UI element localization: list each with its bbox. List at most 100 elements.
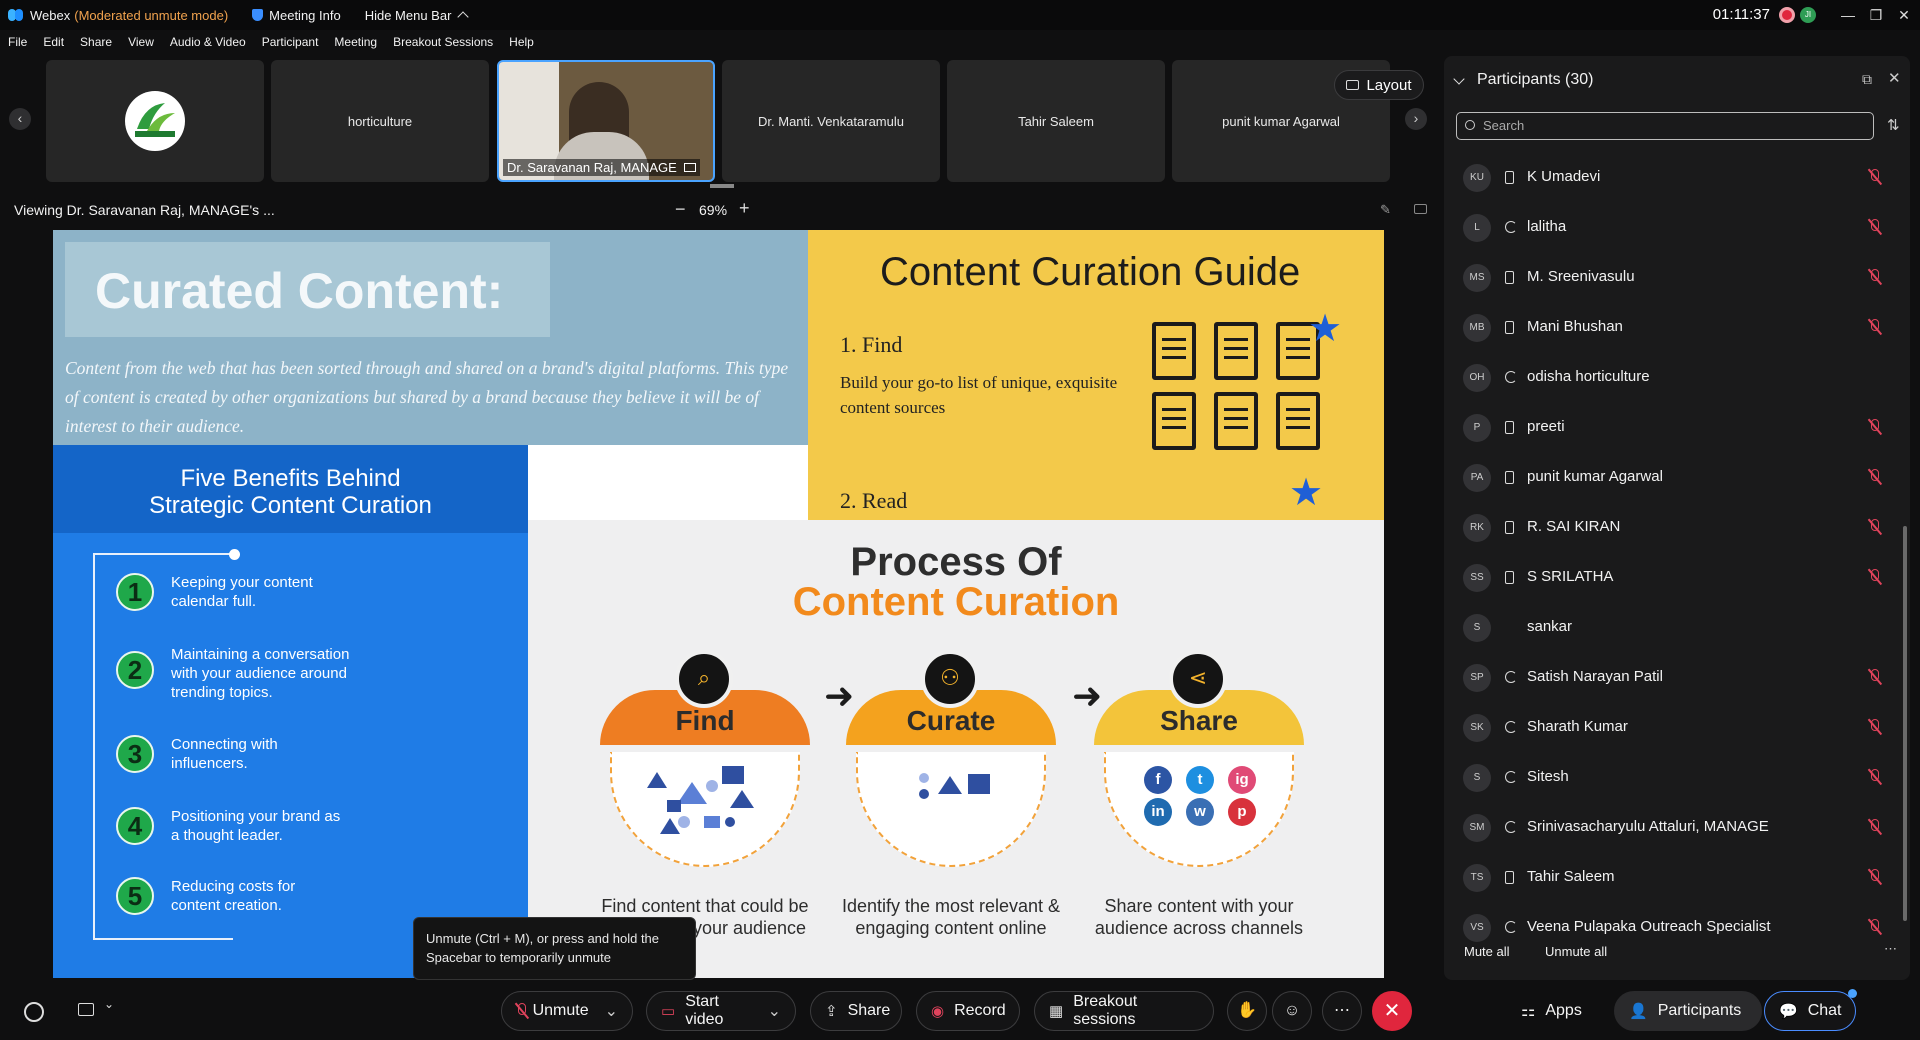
unmute-tooltip: Unmute (Ctrl + M), or press and hold the… [413, 917, 696, 980]
avatar: S [1463, 614, 1491, 642]
emoji-icon: ☺ [1283, 1002, 1301, 1019]
participant-name: preeti [1527, 418, 1565, 435]
mic-muted-icon[interactable] [1869, 419, 1879, 435]
mic-muted-icon[interactable] [1869, 219, 1879, 235]
mic-muted-icon[interactable] [1869, 569, 1879, 585]
participant-row[interactable]: KU K Umadevi [1444, 156, 1896, 206]
share-button[interactable]: ⇪ Share [810, 991, 902, 1031]
panel-scrollbar[interactable] [1903, 526, 1907, 921]
assistant-icon[interactable] [24, 1002, 44, 1022]
leave-meeting-button[interactable]: ✕ [1372, 991, 1412, 1031]
participant-row[interactable]: PA punit kumar Agarwal [1444, 456, 1896, 506]
menu-share[interactable]: Share [80, 31, 112, 53]
video-tile-tahir[interactable]: Tahir Saleem [947, 60, 1165, 182]
menu-help[interactable]: Help [509, 31, 534, 53]
participant-row[interactable]: Llalitha [1444, 206, 1896, 256]
mic-muted-icon[interactable] [1869, 919, 1879, 935]
document-icon [1214, 392, 1258, 450]
zoom-out-button[interactable]: − [675, 199, 686, 220]
menu-participant[interactable]: Participant [262, 31, 319, 53]
participant-name: Mani Bhushan [1527, 318, 1623, 335]
meeting-info-button[interactable]: Meeting Info [252, 8, 341, 23]
menu-meeting[interactable]: Meeting [334, 31, 377, 53]
unmute-button[interactable]: Unmute ⌄ [501, 991, 633, 1031]
participant-row[interactable]: SM Srinivasacharyulu Attaluri, MANAGE [1444, 806, 1896, 856]
participant-row[interactable]: VS Veena Pulapaka Outreach Specialist [1444, 906, 1896, 956]
mic-muted-icon[interactable] [1869, 719, 1879, 735]
close-window-button[interactable]: ✕ [1890, 3, 1918, 27]
mic-muted-icon[interactable] [1869, 519, 1879, 535]
shared-content: Curated Content: Content from the web th… [53, 230, 1384, 978]
video-tile-manage[interactable] [46, 60, 264, 182]
slide-description: Content from the web that has been sorte… [65, 358, 789, 436]
slide-guide-panel: Content Curation Guide 1. Find Build you… [808, 230, 1384, 520]
menu-edit[interactable]: Edit [43, 31, 64, 53]
popout-panel-icon[interactable]: ⧉ [1862, 71, 1872, 88]
collapse-panel-icon[interactable] [1453, 73, 1465, 85]
video-tile-venkataramulu[interactable]: Dr. Manti. Venkataramulu [722, 60, 940, 182]
reactions-button[interactable]: ☺ [1272, 991, 1312, 1031]
participant-row[interactable]: SK Sharath Kumar [1444, 706, 1896, 756]
menu-file[interactable]: File [8, 31, 27, 53]
benefits-header-line1: Five Benefits Behind [180, 465, 401, 492]
mic-muted-icon[interactable] [1869, 669, 1879, 685]
unmute-all-button[interactable]: Unmute all [1545, 944, 1607, 959]
menu-view[interactable]: View [128, 31, 154, 53]
user-avatar[interactable]: JI [1800, 7, 1816, 23]
participant-row[interactable]: OH odisha horticulture [1444, 356, 1896, 406]
more-options-icon[interactable]: ⋯ [1884, 941, 1897, 957]
sort-icon[interactable]: ⇅ [1887, 116, 1900, 134]
mic-muted-icon[interactable] [1869, 319, 1879, 335]
mute-all-button[interactable]: Mute all [1464, 944, 1510, 959]
participant-row[interactable]: SS S SRILATHA [1444, 556, 1896, 606]
mic-muted-icon[interactable] [1869, 769, 1879, 785]
participants-button[interactable]: 👤 Participants [1614, 991, 1762, 1031]
raise-hand-button[interactable]: ✋ [1227, 991, 1267, 1031]
chevron-down-icon[interactable]: ⌄ [768, 1001, 781, 1021]
annotate-icon[interactable]: ✎ [1380, 202, 1391, 218]
participant-row[interactable]: SP Satish Narayan Patil [1444, 656, 1896, 706]
start-video-button[interactable]: ▭ Start video ⌄ [646, 991, 796, 1031]
participant-row[interactable]: TS Tahir Saleem [1444, 856, 1896, 906]
chevron-down-icon[interactable]: ⌄ [605, 1001, 618, 1021]
tile-label: Dr. Saravanan Raj, MANAGE [507, 160, 677, 175]
record-button[interactable]: ◉ Record [916, 991, 1020, 1031]
captions-icon[interactable] [78, 1003, 94, 1016]
search-icon [1465, 120, 1475, 130]
minimize-button[interactable]: — [1834, 3, 1862, 27]
mic-muted-icon[interactable] [1869, 269, 1879, 285]
breakout-sessions-button[interactable]: ▦ Breakout sessions [1034, 991, 1214, 1031]
participant-row[interactable]: MB Mani Bhushan [1444, 306, 1896, 356]
curated-shapes-icon [919, 773, 990, 799]
mic-muted-icon[interactable] [1869, 819, 1879, 835]
mic-muted-icon[interactable] [1869, 469, 1879, 485]
popout-share-icon[interactable] [1414, 204, 1427, 214]
chat-button[interactable]: 💬 Chat [1764, 989, 1857, 1031]
process-subtitle: Content Curation [792, 580, 1120, 624]
zoom-in-button[interactable]: + [739, 198, 750, 219]
participant-row[interactable]: MS M. Sreenivasulu [1444, 256, 1896, 306]
strip-prev-button[interactable]: ‹ [9, 108, 31, 130]
mic-muted-icon[interactable] [1869, 169, 1879, 185]
resize-grip[interactable] [710, 184, 734, 188]
layout-button[interactable]: Layout [1334, 70, 1424, 100]
participant-row[interactable]: Ppreeti [1444, 406, 1896, 456]
video-tile-active-speaker[interactable]: Dr. Saravanan Raj, MANAGE [497, 60, 715, 182]
record-label: Record [954, 1002, 1006, 1019]
participant-row[interactable]: S Sitesh [1444, 756, 1896, 806]
mic-muted-icon[interactable] [1869, 869, 1879, 885]
close-panel-icon[interactable]: ✕ [1888, 69, 1901, 87]
captions-dropdown-icon[interactable]: ⌄ [104, 997, 114, 1011]
participant-search-input[interactable]: Search [1456, 112, 1874, 140]
hide-menu-bar-button[interactable]: Hide Menu Bar [365, 8, 470, 23]
restore-button[interactable]: ❐ [1862, 3, 1890, 27]
menu-breakout[interactable]: Breakout Sessions [393, 31, 493, 53]
video-tile-horticulture[interactable]: horticulture [271, 60, 489, 182]
strip-next-button[interactable]: › [1405, 108, 1427, 130]
participant-row[interactable]: RK R. SAI KIRAN [1444, 506, 1896, 556]
menu-audio-video[interactable]: Audio & Video [170, 31, 246, 53]
participant-row[interactable]: Ssankar [1444, 606, 1896, 656]
more-options-button[interactable]: ⋯ [1322, 991, 1362, 1031]
apps-button[interactable]: ⚏ Apps [1521, 1001, 1582, 1021]
avatar: SS [1463, 564, 1491, 592]
